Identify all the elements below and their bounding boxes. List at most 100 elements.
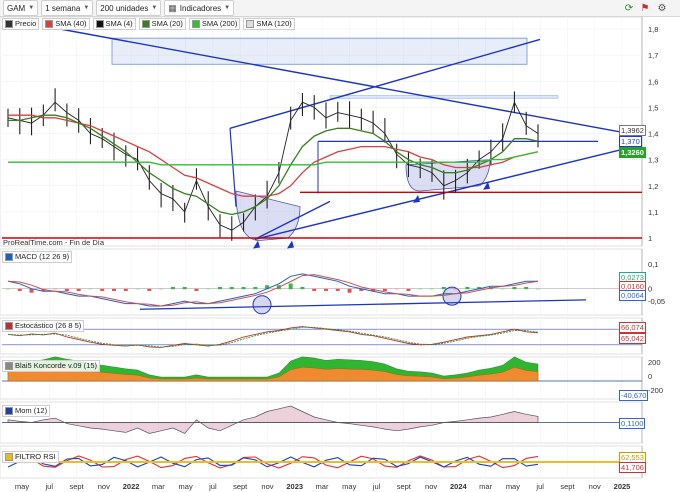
macd-histogram-bar — [112, 288, 116, 291]
x-tick-label: jul — [208, 482, 217, 491]
macd-y-tick: 0,1 — [648, 260, 658, 269]
mom-legend: Mom (12) — [2, 405, 51, 417]
x-tick-label: nov — [261, 482, 273, 491]
macd-histogram-bar — [347, 288, 352, 293]
macd-histogram-bar — [418, 288, 423, 290]
y-tick-label: 1,7 — [648, 51, 658, 60]
legend-item-sma200[interactable]: SMA (200) — [188, 18, 241, 30]
macd-histogram-bar — [194, 288, 199, 291]
koncorde-y-tick: 0 — [648, 372, 652, 381]
macd-histogram-bar — [76, 288, 81, 291]
x-tick-label: may — [342, 482, 356, 491]
source-label: ProRealTime.com - Fin de Día — [3, 238, 105, 247]
macd-histogram-bar — [6, 288, 10, 290]
x-tick-label: may — [506, 482, 520, 491]
legend-item-sma20[interactable]: SMA (20) — [138, 18, 186, 30]
macd-histogram-bar — [135, 288, 140, 290]
macd-histogram-bar — [288, 283, 293, 290]
legend-item-price[interactable]: Precio — [2, 18, 40, 30]
x-tick-label: may — [15, 482, 29, 491]
macd-histogram-bar — [394, 288, 399, 290]
macd-histogram-bar — [123, 288, 128, 291]
x-tick-label: jul — [535, 482, 544, 491]
x-tick-label: 2023 — [286, 482, 303, 491]
y-tick-label: 1,3 — [648, 156, 658, 165]
x-tick-label: sept — [233, 482, 248, 491]
macd-legend-item[interactable]: MACD (12 26 9) — [2, 251, 73, 263]
price-tag-last: 1,3962 — [619, 125, 646, 136]
macd-y-tick: -0,05 — [648, 297, 665, 306]
x-tick-label: jul — [45, 482, 54, 491]
koncorde-tag: -40,670 — [619, 390, 649, 401]
koncorde-legend-item[interactable]: Blai5 Koncorde v.09 (15) — [2, 360, 100, 372]
macd-histogram-bar — [64, 288, 69, 291]
macd-histogram-bar — [170, 286, 175, 290]
koncorde-y-tick: -200 — [648, 386, 663, 395]
macd-histogram-bar — [500, 288, 505, 290]
price-tag-resistance: 1,370 — [619, 136, 642, 147]
legend-item-sma40[interactable]: SMA (40) — [42, 18, 90, 30]
macd-histogram-bar — [382, 288, 387, 291]
y-tick-label: 1,4 — [648, 130, 658, 139]
koncorde-legend: Blai5 Koncorde v.09 (15) — [2, 360, 100, 372]
x-tick-label: nov — [425, 482, 437, 491]
macd-histogram-bar — [406, 288, 411, 291]
macd-histogram-bar — [300, 286, 305, 290]
macd-histogram-bar — [524, 286, 529, 290]
x-tick-label: 2025 — [614, 482, 631, 491]
x-tick-label: sept — [397, 482, 412, 491]
x-tick-label: mar — [479, 482, 492, 491]
macd-y-tick: 0 — [648, 285, 652, 294]
macd-histogram-bar — [241, 286, 246, 290]
rsi-tag-2: 41,706 — [619, 462, 646, 473]
rsi-legend-item[interactable]: FILTRO RSI — [2, 451, 59, 463]
x-tick-label: 2022 — [123, 482, 140, 491]
x-tick-label: nov — [589, 482, 601, 491]
macd-legend: MACD (12 26 9) — [2, 251, 73, 263]
stoch-legend: Estocástico (26 8 5) — [2, 320, 85, 332]
y-tick-label: 1,2 — [648, 182, 658, 191]
macd-histogram-bar — [430, 288, 434, 290]
stoch-legend-item[interactable]: Estocástico (26 8 5) — [2, 320, 85, 332]
resistance-zone-2 — [329, 95, 559, 99]
macd-histogram-bar — [512, 286, 517, 290]
macd-circle-2 — [442, 286, 462, 306]
macd-histogram-bar — [229, 286, 234, 290]
x-tick-label: jul — [372, 482, 381, 491]
macd-histogram-bar — [441, 286, 446, 290]
macd-histogram-bar — [147, 288, 152, 291]
mom-legend-item[interactable]: Mom (12) — [2, 405, 51, 417]
y-tick-label: 1,6 — [648, 77, 658, 86]
stoch-tag-2: 65,042 — [619, 333, 646, 344]
macd-histogram-bar — [182, 286, 187, 290]
y-tick-label: 1,1 — [648, 208, 658, 217]
macd-histogram-bar — [17, 288, 22, 291]
x-tick-label: 2024 — [450, 482, 468, 491]
macd-histogram-bar — [324, 288, 328, 291]
legend-item-sma120[interactable]: SMA (120) — [243, 18, 295, 30]
main-legend: Precio SMA (40) SMA (4) SMA (20) SMA (20… — [2, 18, 295, 30]
macd-histogram-bar — [206, 288, 211, 290]
macd-histogram-bar — [335, 288, 340, 291]
macd-histogram-bar — [159, 288, 164, 290]
macd-histogram-bar — [100, 288, 105, 291]
x-tick-label: may — [179, 482, 193, 491]
macd-histogram-bar — [453, 288, 458, 290]
macd-histogram-bar — [88, 288, 93, 290]
y-tick-label: 1,5 — [648, 103, 658, 112]
price-tag-sma: 1,3260 — [619, 147, 646, 158]
macd-histogram-bar — [218, 286, 222, 290]
rsi-legend: FILTRO RSI — [2, 451, 59, 463]
x-tick-label: sept — [69, 482, 84, 491]
macd-histogram-bar — [253, 286, 258, 290]
macd-histogram-bar — [536, 288, 540, 290]
x-tick-label: sept — [560, 482, 575, 491]
y-tick-label: 1 — [648, 234, 652, 243]
x-tick-label: nov — [98, 482, 110, 491]
mom-tag: 0,1100 — [619, 418, 646, 429]
macd-histogram-bar — [465, 286, 470, 290]
panel-stoch — [0, 317, 643, 355]
stoch-tag-1: 66,074 — [619, 322, 646, 333]
macd-histogram-bar — [53, 288, 58, 290]
legend-item-sma4[interactable]: SMA (4) — [92, 18, 136, 30]
